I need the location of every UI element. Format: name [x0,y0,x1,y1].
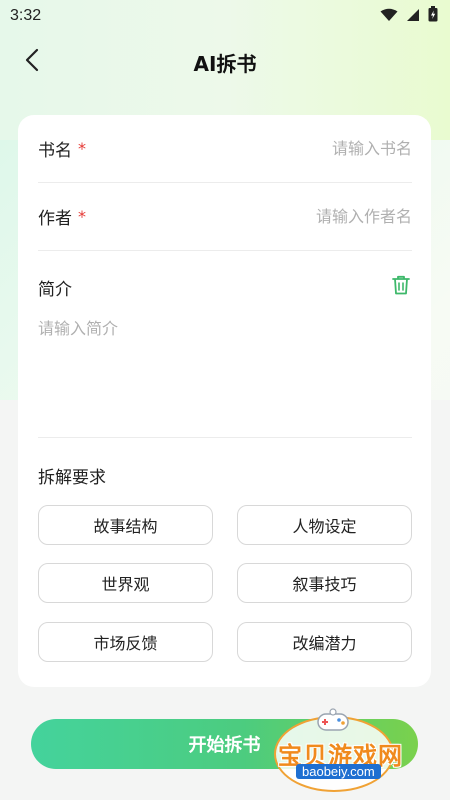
wifi-icon [380,7,398,26]
form-card: 书名 * 作者 * 简介 拆解要求 故事结构 人物设定 世界观 [18,115,431,687]
trash-icon [392,275,410,299]
status-bar: 3:32 [0,0,450,32]
divider [38,437,412,438]
intro-textarea[interactable] [38,315,412,433]
status-time: 3:32 [10,7,42,24]
author-label: 作者 * [38,204,86,229]
cellular-signal-icon [406,7,420,26]
requirements-label: 拆解要求 [38,468,106,488]
book-name-input[interactable] [212,139,412,158]
status-icons [380,6,438,26]
intro-header: 简介 [38,265,412,309]
requirement-chip-market-feedback[interactable]: 市场反馈 [38,622,213,662]
intro-label: 简介 [38,279,72,300]
app-header: AI拆书 [0,40,450,84]
author-input[interactable] [212,207,412,226]
requirement-chip-character-setting[interactable]: 人物设定 [237,505,412,545]
page-title: AI拆书 [193,52,257,76]
book-name-label: 书名 * [38,136,86,161]
requirement-chip-worldview[interactable]: 世界观 [38,563,213,603]
requirement-chip-adaptation-potential[interactable]: 改编潜力 [237,622,412,662]
required-mark: * [78,139,86,158]
battery-icon [428,6,438,26]
start-analysis-button[interactable]: 开始拆书 [31,719,418,769]
requirement-chip-story-structure[interactable]: 故事结构 [38,505,213,545]
author-label-text: 作者 [38,209,72,229]
author-row: 作者 * [38,183,412,251]
book-name-row: 书名 * [38,115,412,183]
book-name-label-text: 书名 [38,141,72,161]
clear-intro-button[interactable] [390,275,412,299]
requirement-chip-narrative-technique[interactable]: 叙事技巧 [237,563,412,603]
required-mark: * [78,207,86,226]
